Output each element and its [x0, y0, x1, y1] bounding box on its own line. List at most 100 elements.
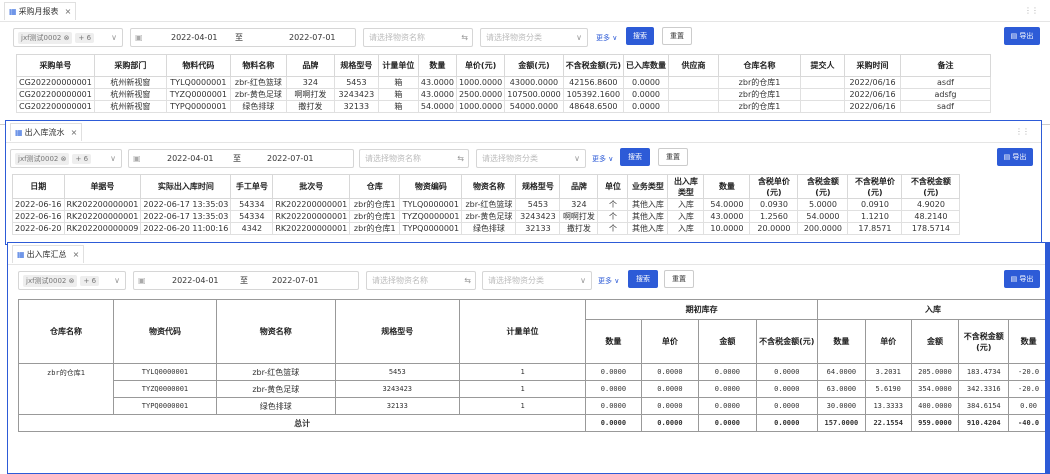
org-select[interactable]: jxf测试0002 ⊗ + 6 ∨ — [13, 28, 123, 47]
col-header-spec[interactable]: 规格型号 — [334, 299, 460, 364]
col-header[interactable]: 含税金额(元) — [797, 174, 849, 199]
col-header[interactable]: 规格型号 — [515, 174, 561, 199]
col-header[interactable]: 不含税单价(元) — [847, 174, 903, 199]
col-header[interactable]: 采购时间 — [844, 54, 901, 77]
table-row[interactable]: zbr的仓库1 TYLQ0000001 zbr-红色篮球 5453 1 0.0000 0.0… — [18, 363, 1049, 415]
col-header-opening[interactable]: 数量 — [585, 319, 642, 364]
reset-button[interactable]: 重置 — [664, 270, 694, 288]
col-header-inbound[interactable]: 单价 — [864, 319, 912, 364]
goods-category-select[interactable]: 请选择物资分类 ∨ — [480, 28, 588, 47]
table-row[interactable]: TYZQ0000001 zbr-黄色足球 3243423 1 0.0000 0.0000 0… — [19, 380, 1049, 398]
goods-name-input[interactable]: 请选择物资名称 ⇆ — [359, 149, 469, 168]
more-filters-link[interactable]: 更多 ∨ — [596, 33, 617, 43]
table-row[interactable]: CG202200000001 杭州新视窗 TYPQ0000001 绿色排球 撒打发 321… — [16, 100, 991, 113]
search-button[interactable]: 搜索 — [626, 27, 654, 45]
close-icon[interactable]: × — [71, 128, 78, 137]
col-header[interactable]: 不含税金额(元) — [901, 174, 961, 199]
goods-category-select[interactable]: 请选择物资分类 ∨ — [476, 149, 586, 168]
goods-category-select[interactable]: 请选择物资分类 ∨ — [482, 271, 592, 290]
col-header[interactable]: 数量 — [703, 174, 751, 199]
tab-purchase-monthly[interactable]: ▦ 采购月报表 × — [4, 1, 77, 20]
col-header-opening[interactable]: 单价 — [640, 319, 700, 364]
col-header[interactable]: 物资编码 — [399, 174, 463, 199]
col-header-opening[interactable]: 不含税金额(元) — [755, 319, 819, 364]
col-header[interactable]: 实际出入库时间 — [140, 174, 232, 199]
reset-button[interactable]: 重置 — [658, 148, 688, 166]
col-header[interactable]: 物料名称 — [229, 54, 287, 77]
select-icon[interactable]: ⇆ — [457, 154, 464, 163]
col-header-code[interactable]: 物资代码 — [112, 299, 217, 364]
col-header[interactable]: 日期 — [12, 174, 65, 199]
export-button[interactable]: ▤ 导出 — [997, 148, 1033, 166]
date-from[interactable]: 2022-04-01 — [167, 154, 214, 163]
col-header[interactable]: 已入库数量 — [623, 54, 669, 77]
drag-handle-icon[interactable]: ⋮⋮ — [1024, 6, 1039, 15]
col-header[interactable]: 批次号 — [272, 174, 351, 199]
date-from[interactable]: 2022-04-01 — [171, 33, 218, 42]
col-header[interactable]: 金额(元) — [504, 54, 564, 77]
date-from[interactable]: 2022-04-01 — [172, 276, 219, 285]
col-header[interactable]: 品牌 — [285, 54, 335, 77]
col-header[interactable]: 数量 — [417, 54, 457, 77]
col-header[interactable]: 提交人 — [800, 54, 845, 77]
col-header[interactable]: 计量单位 — [377, 54, 419, 77]
col-header-name[interactable]: 物资名称 — [215, 299, 336, 364]
date-to[interactable]: 2022-07-01 — [267, 154, 314, 163]
col-header[interactable]: 物料代码 — [165, 54, 231, 77]
col-header-inbound[interactable]: 数量 — [817, 319, 866, 364]
tab-inout-summary[interactable]: ▦ 出入库汇总 × — [12, 244, 85, 263]
col-header[interactable]: 供应商 — [668, 54, 719, 77]
export-button[interactable]: ▤ 导出 — [1004, 27, 1040, 45]
col-header[interactable]: 不含税金额(元) — [562, 54, 625, 77]
col-header[interactable]: 仓库 — [349, 174, 401, 199]
date-to[interactable]: 2022-07-01 — [289, 33, 336, 42]
org-select[interactable]: jxf测试0002 ⊗ + 6 ∨ — [10, 149, 122, 168]
tab-inout-flow[interactable]: ▦ 出入库流水 × — [10, 122, 83, 141]
col-header[interactable]: 物资名称 — [461, 174, 517, 199]
export-button[interactable]: ▤ 导出 — [1004, 270, 1040, 288]
table-row[interactable]: CG202200000001 杭州新视窗 TYZQ0000001 zbr-黄色足球 啊啊… — [16, 88, 991, 101]
search-button[interactable]: 搜索 — [628, 270, 658, 288]
col-header[interactable]: 出入库类型 — [667, 174, 705, 199]
drag-handle-icon[interactable]: ⋮⋮ — [1015, 127, 1030, 136]
col-header-opening[interactable]: 金额 — [698, 319, 757, 364]
select-icon[interactable]: ⇆ — [461, 33, 468, 42]
date-range-picker[interactable]: ▣ 2022-04-01 至 2022-07-01 — [128, 149, 354, 168]
col-header-inbound[interactable]: 金额 — [910, 319, 960, 364]
col-header[interactable]: 含税单价(元) — [749, 174, 799, 199]
goods-name-input[interactable]: 请选择物资名称 ⇆ — [363, 28, 473, 47]
more-filters-link[interactable]: 更多 ∨ — [592, 154, 613, 164]
col-header-warehouse[interactable]: 仓库名称 — [18, 299, 114, 364]
search-button[interactable]: 搜索 — [620, 148, 650, 166]
scrollbar[interactable] — [1045, 243, 1049, 473]
more-filters-link[interactable]: 更多 ∨ — [598, 276, 619, 286]
date-to[interactable]: 2022-07-01 — [272, 276, 319, 285]
close-icon[interactable]: × — [65, 7, 72, 16]
col-header[interactable]: 采购单号 — [16, 54, 95, 77]
col-header[interactable]: 手工单号 — [230, 174, 274, 199]
col-header[interactable]: 规格型号 — [333, 54, 379, 77]
col-header[interactable]: 单据号 — [63, 174, 142, 199]
org-select[interactable]: jxf测试0002 ⊗ + 6 ∨ — [18, 271, 126, 290]
close-icon[interactable]: × — [73, 250, 80, 259]
goods-name-input[interactable]: 请选择物资名称 ⇆ — [366, 271, 476, 290]
table-row[interactable]: CG202200000001 杭州新视窗 TYLQ0000001 zbr-红色篮球 32… — [16, 76, 991, 89]
col-header[interactable]: 仓库名称 — [718, 54, 801, 77]
select-icon[interactable]: ⇆ — [464, 276, 471, 285]
col-header[interactable]: 单价(元) — [455, 54, 506, 77]
col-header[interactable]: 采购部门 — [93, 54, 167, 77]
col-header-inbound[interactable]: 不含税金额(元) — [958, 319, 1010, 364]
col-header[interactable]: 业务类型 — [627, 174, 669, 199]
date-range-picker[interactable]: ▣ 2022-04-01 至 2022-07-01 — [133, 271, 359, 290]
reset-button[interactable]: 重置 — [662, 27, 692, 45]
table-row[interactable]: 2022-06-16 RK202200000001 2022-06-17 13:35… — [12, 198, 961, 211]
table-row[interactable]: 2022-06-20 RK202200000009 2022-06-20 11:00… — [12, 222, 961, 235]
col-header[interactable]: 品牌 — [559, 174, 599, 199]
col-header[interactable]: 备注 — [900, 54, 991, 77]
date-range-picker[interactable]: ▣ 2022-04-01 至 2022-07-01 — [130, 28, 356, 47]
table-row[interactable]: TYPQ0000001 绿色排球 32133 1 0.0000 0.0000 0.0000 0… — [19, 397, 1049, 415]
table-row[interactable]: 2022-06-16 RK202200000001 2022-06-17 13:35… — [12, 210, 961, 223]
col-header-inbound[interactable]: 数量 — [1008, 319, 1049, 364]
col-header-unit[interactable]: 计量单位 — [458, 299, 587, 364]
col-header[interactable]: 单位 — [597, 174, 629, 199]
